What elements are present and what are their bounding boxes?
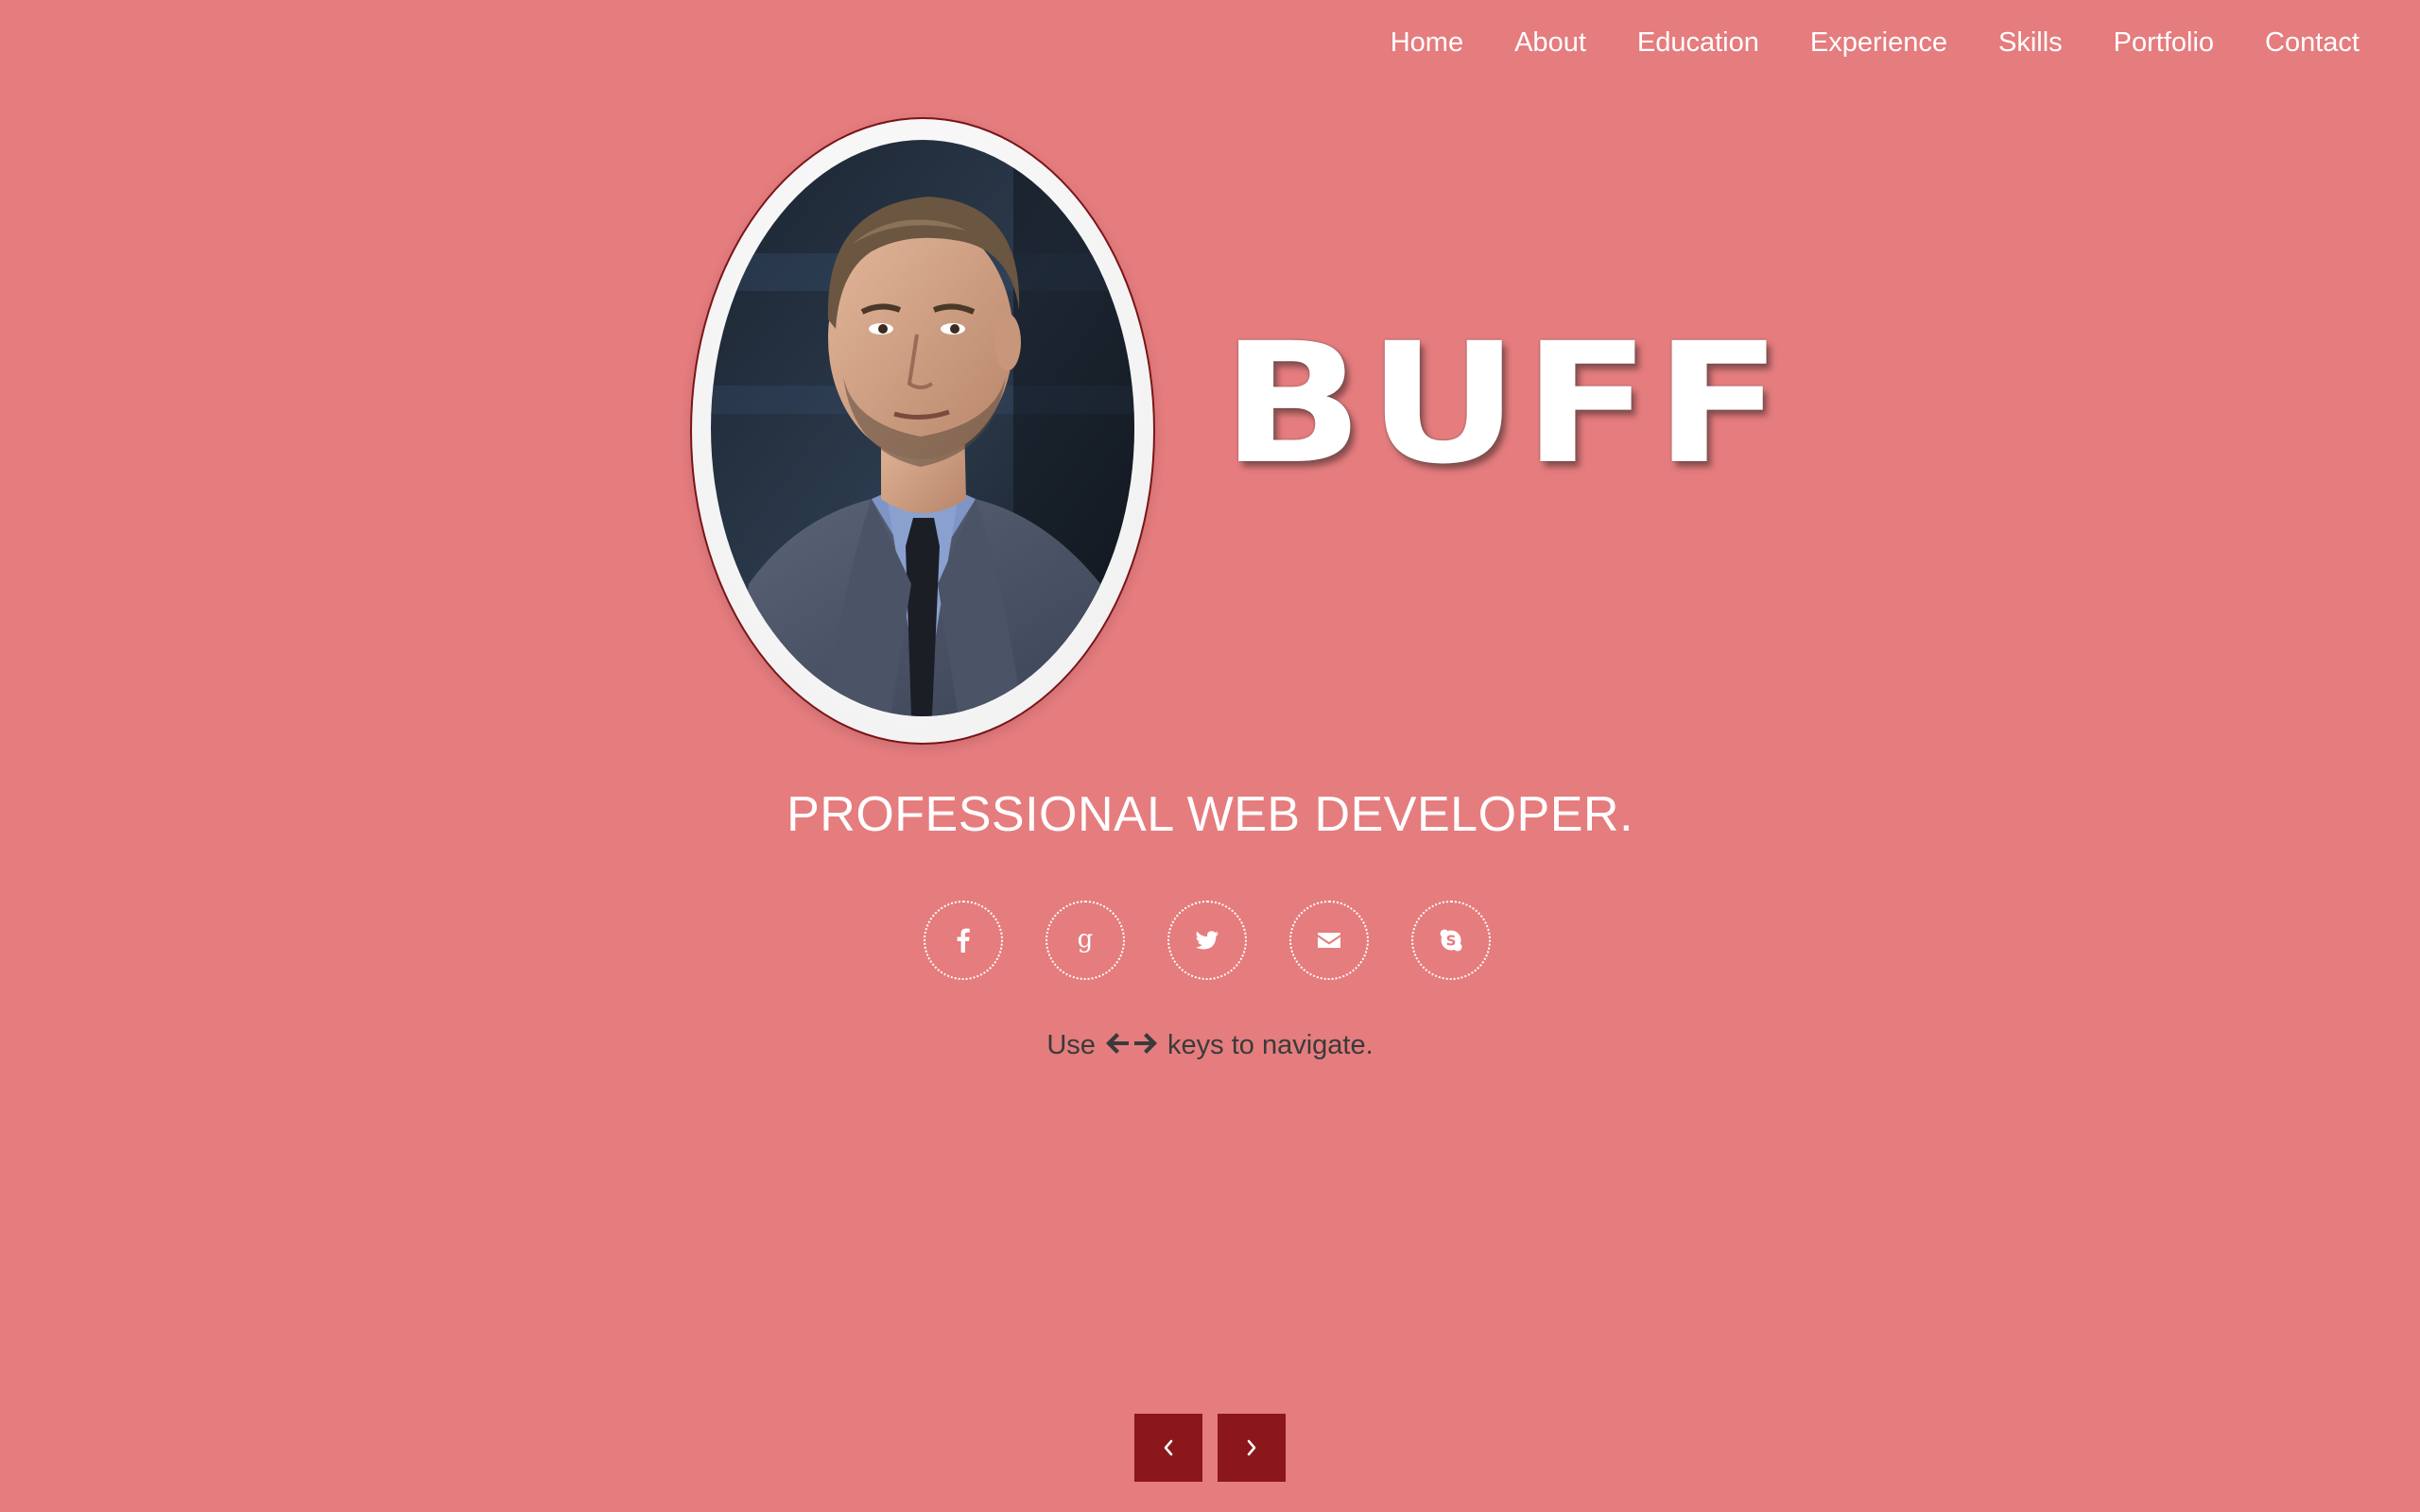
svg-text:g: g	[1078, 926, 1094, 954]
nav-about-link[interactable]: About	[1514, 28, 1586, 57]
email-icon	[1318, 933, 1340, 948]
nav-skills-link[interactable]: Skills	[1998, 28, 2063, 57]
top-nav: Home About Education Experience Skills P…	[1340, 0, 2360, 85]
nav-education-link[interactable]: Education	[1637, 28, 1759, 57]
twitter-button[interactable]	[1167, 901, 1247, 980]
skype-button[interactable]: S	[1411, 901, 1491, 980]
facebook-button[interactable]	[924, 901, 1003, 980]
previous-slide-button[interactable]	[1134, 1414, 1202, 1482]
chevron-left-icon	[1164, 1439, 1173, 1456]
brand-name: BUFF	[1221, 307, 1787, 501]
next-slide-button[interactable]	[1218, 1414, 1286, 1482]
skype-icon: S	[1440, 929, 1462, 952]
google-plus-icon: g	[1078, 926, 1094, 954]
facebook-icon	[957, 928, 970, 953]
nav-contact-link[interactable]: Contact	[2265, 28, 2360, 57]
hint-prefix: Use	[1046, 1030, 1096, 1060]
nav-portfolio-link[interactable]: Portfolio	[2114, 28, 2214, 57]
nav-home-link[interactable]: Home	[1391, 28, 1463, 57]
profile-photo-illustration	[711, 140, 1134, 716]
twitter-icon	[1196, 931, 1219, 950]
profile-photo	[711, 140, 1134, 716]
nav-experience-link[interactable]: Experience	[1810, 28, 1947, 57]
svg-text:S: S	[1446, 933, 1457, 950]
email-button[interactable]	[1289, 901, 1369, 980]
slide-pager	[1134, 1414, 1286, 1482]
arrow-right-icon	[1133, 1032, 1158, 1060]
profile-photo-frame	[690, 117, 1155, 745]
social-links: g S	[924, 901, 1491, 980]
google-plus-button[interactable]: g	[1046, 901, 1125, 980]
hint-suffix: keys to navigate.	[1167, 1030, 1374, 1060]
keyboard-hint: Use keys to navigate.	[0, 1032, 2420, 1060]
tagline: PROFESSIONAL WEB DEVELOPER.	[786, 787, 1634, 842]
chevron-right-icon	[1247, 1439, 1256, 1456]
arrow-left-icon	[1105, 1032, 1130, 1060]
